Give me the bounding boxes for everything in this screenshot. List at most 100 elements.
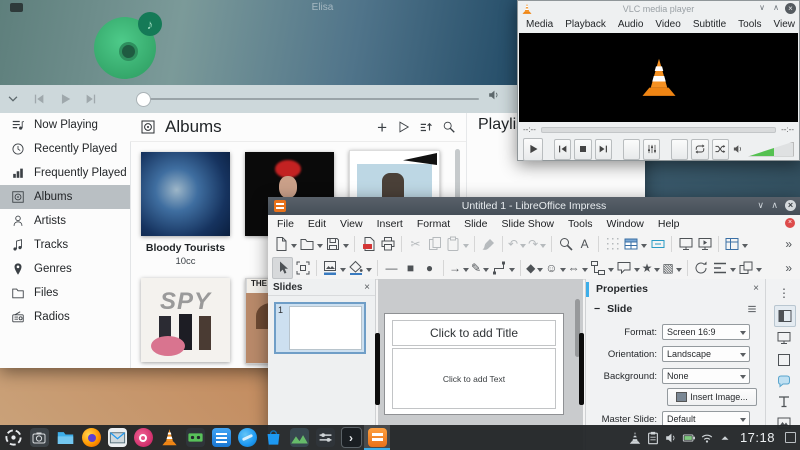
section-menu-button[interactable] (746, 303, 758, 315)
add-button[interactable]: + (377, 119, 387, 136)
vlc-volume-slider[interactable]: 56% (748, 142, 794, 157)
copy-button[interactable] (425, 234, 444, 254)
sort-button[interactable] (419, 120, 433, 134)
menu-file[interactable]: File (270, 216, 301, 232)
slides-panel-close-button[interactable]: × (364, 282, 370, 293)
vlc-seek-slider[interactable] (541, 127, 776, 133)
sidebar-item-recently-played[interactable]: Recently Played (0, 137, 130, 161)
album-card-bloody-tourists[interactable]: Bloody Tourists 10cc (141, 152, 230, 267)
sidebar-styles-tab[interactable] (774, 392, 794, 412)
open-button[interactable] (298, 234, 324, 254)
sidebar-item-artists[interactable]: Artists (0, 209, 130, 233)
taskbar-firefox[interactable] (78, 425, 104, 450)
seek-slider-knob[interactable] (136, 92, 151, 107)
new-document-button[interactable] (272, 234, 298, 254)
volume-button[interactable] (487, 88, 501, 102)
sidebar-item-genres[interactable]: Genres (0, 257, 130, 281)
basic-shapes-button[interactable]: ◆ (525, 258, 544, 278)
taskbar-konsole[interactable]: › (338, 425, 364, 450)
vlc-menu-subtitle[interactable]: Subtitle (687, 17, 732, 32)
vlc-stop-button[interactable] (574, 139, 591, 160)
previous-track-button[interactable] (26, 88, 52, 110)
sidebar-item-tracks[interactable]: Tracks (0, 233, 130, 257)
cut-button[interactable]: ✂ (406, 234, 425, 254)
connector-tool-button[interactable] (490, 258, 516, 278)
insert-text-box-button[interactable] (648, 234, 667, 254)
taskbar-system-monitor[interactable] (286, 425, 312, 450)
menu-view[interactable]: View (333, 216, 370, 232)
tray-vlc-icon[interactable] (628, 431, 642, 445)
lines-arrows-button[interactable]: → (448, 258, 470, 278)
taskbar-elisa[interactable] (130, 425, 156, 450)
slide-thumbnail-1[interactable]: 1 (274, 302, 366, 354)
line-color-button[interactable] (321, 258, 347, 278)
app-launcher-button[interactable] (0, 425, 26, 450)
seek-slider-track[interactable] (143, 98, 479, 100)
display-grid-button[interactable] (603, 234, 622, 254)
flowchart-shapes-button[interactable] (589, 258, 615, 278)
zoom-tool-button[interactable] (293, 258, 312, 278)
menu-window[interactable]: Window (600, 216, 651, 232)
vlc-play-button[interactable] (523, 138, 543, 161)
menu-insert[interactable]: Insert (370, 216, 410, 232)
insert-line-button[interactable]: — (382, 258, 401, 278)
album-card-spy[interactable]: SPY (141, 278, 230, 362)
insert-ellipse-button[interactable]: ● (420, 258, 439, 278)
vlc-menu-media[interactable]: Media (520, 17, 559, 32)
block-arrows-button[interactable]: ⇔ (567, 258, 589, 278)
next-track-button[interactable] (78, 88, 104, 110)
tray-expand-icon[interactable] (718, 431, 732, 445)
rotate-button[interactable] (692, 258, 711, 278)
clone-formatting-button[interactable] (479, 234, 498, 254)
menu-slide-show[interactable]: Slide Show (494, 216, 561, 232)
taskbar-vlc[interactable] (156, 425, 182, 450)
background-select[interactable]: None (662, 368, 750, 384)
insert-chart-button[interactable] (723, 234, 749, 254)
sidebar-settings-button[interactable]: ⋮ (774, 283, 794, 303)
select-tool-button[interactable] (272, 257, 293, 279)
menu-format[interactable]: Format (410, 216, 457, 232)
vlc-previous-button[interactable] (554, 139, 571, 160)
vlc-menu-video[interactable]: Video (649, 17, 686, 32)
symbol-shapes-button[interactable]: ☺ (544, 258, 566, 278)
insert-image-button[interactable]: Insert Image... (667, 388, 757, 406)
3d-objects-button[interactable]: ▧ (661, 258, 682, 278)
formatting-marks-button[interactable]: A (575, 234, 594, 254)
find-replace-button[interactable] (556, 234, 575, 254)
taskbar-system-app[interactable] (234, 425, 260, 450)
sidebar-item-albums[interactable]: Albums (0, 185, 130, 209)
menu-slide[interactable]: Slide (457, 216, 494, 232)
vlc-loop-button[interactable] (691, 139, 708, 160)
collapse-player-button[interactable] (0, 88, 26, 110)
vlc-playlist-button[interactable] (671, 139, 688, 160)
star-shapes-button[interactable]: ★ (641, 258, 662, 278)
paste-button[interactable] (444, 234, 470, 254)
vlc-titlebar[interactable]: VLC media player ∨ ∧ × (518, 1, 799, 16)
orientation-select[interactable]: Landscape (662, 346, 750, 362)
taskbar-impress-active[interactable] (364, 425, 390, 450)
redo-button[interactable]: ↷ (527, 234, 547, 254)
text-placeholder[interactable]: Click to add Text (392, 348, 556, 409)
vlc-close-button[interactable]: × (785, 3, 796, 14)
format-select[interactable]: Screen 16:9 (662, 324, 750, 340)
albums-scrollbar[interactable] (455, 149, 460, 201)
vlc-menu-audio[interactable]: Audio (612, 17, 650, 32)
save-button[interactable] (324, 234, 350, 254)
impress-close-button[interactable]: × (785, 200, 796, 211)
curve-tool-button[interactable]: ✎ (470, 258, 490, 278)
vlc-menu-tools[interactable]: Tools (732, 17, 767, 32)
display-views-button[interactable] (676, 234, 695, 254)
vlc-menu-playback[interactable]: Playback (559, 17, 612, 32)
undo-button[interactable]: ↶ (507, 234, 527, 254)
vlc-minimize-button[interactable]: ∨ (759, 3, 765, 12)
tray-battery-icon[interactable] (682, 431, 696, 445)
arrange-objects-button[interactable] (737, 258, 763, 278)
sidebar-animation-tab[interactable] (774, 350, 794, 370)
taskbar-spectacle[interactable] (26, 425, 52, 450)
sidebar-transitions-tab[interactable] (774, 328, 794, 348)
vlc-menu-view[interactable]: View (768, 17, 800, 32)
taskbar-discover[interactable] (260, 425, 286, 450)
toolbar-overflow-button[interactable]: » (785, 237, 796, 251)
vlc-fullscreen-button[interactable] (623, 139, 640, 160)
start-slideshow-button[interactable] (695, 234, 714, 254)
